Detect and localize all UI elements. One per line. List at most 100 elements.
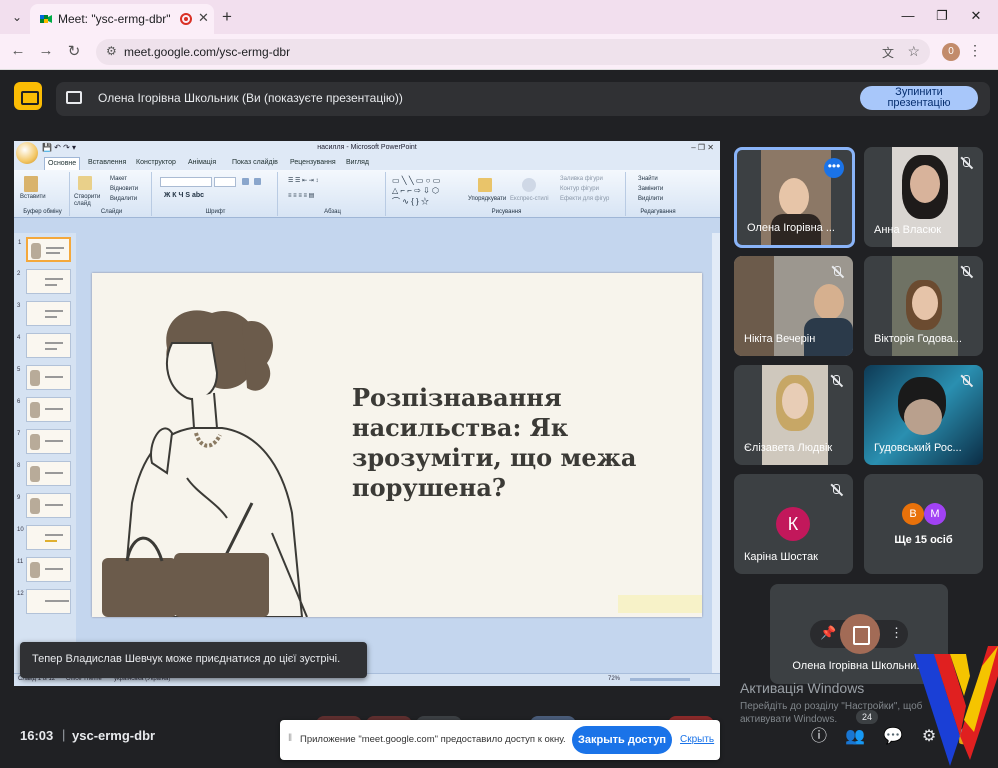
find-button[interactable]: Знайти — [638, 176, 658, 182]
chrome-menu-icon[interactable]: ⋮ — [968, 42, 982, 59]
ribbon-group-editing: Знайти Замінити Виділити Редагування — [628, 172, 688, 216]
participant-tile[interactable]: Вікторія Годова... — [864, 256, 983, 356]
new-slide-icon[interactable] — [78, 176, 92, 190]
ppt-tab-slideshow[interactable]: Показ слайдів — [232, 159, 278, 166]
forward-icon[interactable]: → — [36, 42, 56, 59]
participant-tile[interactable]: К Каріна Шостак — [734, 474, 853, 574]
others-tile[interactable]: В М Ще 15 осіб — [864, 474, 983, 574]
shape-fill-button[interactable]: Заливка фігури — [560, 176, 603, 182]
slide-thumbnail[interactable]: 1 — [18, 237, 71, 262]
new-tab-icon[interactable]: + — [222, 7, 232, 27]
ppt-tab-animation[interactable]: Анімація — [188, 159, 216, 166]
shapes-gallery-2[interactable]: △ ⌐ ⌐ ⇨ ⇩ ⬡ — [392, 186, 439, 195]
back-icon[interactable]: ← — [8, 42, 28, 59]
url-text[interactable]: meet.google.com/ysc-ermg-dbr — [124, 45, 290, 59]
shapes-gallery-3[interactable]: ⌒ ∿ { } ☆ — [392, 196, 429, 207]
grow-font-icon[interactable] — [242, 178, 249, 185]
font-size-field[interactable] — [214, 177, 236, 187]
ppt-tab-review[interactable]: Рецензування — [290, 159, 336, 166]
participant-tile[interactable]: ••• Олена Ігорівна ... — [734, 147, 855, 248]
ppt-window-controls[interactable]: – ❐ ✕ — [691, 143, 714, 152]
align-icons[interactable]: ≡ ≡ ≡ ≡ ▤ — [288, 192, 314, 199]
participant-tile[interactable]: Єлізавета Людвік — [734, 365, 853, 465]
thumb-line — [45, 310, 63, 312]
zoom-slider[interactable] — [630, 678, 690, 681]
browser-tab[interactable]: Meet: "ysc-ermg-dbr" ✕ — [30, 4, 214, 34]
tab-search-icon[interactable]: ⌄ — [8, 8, 26, 26]
quick-styles-icon[interactable] — [522, 178, 536, 192]
thumb-line — [45, 376, 63, 378]
slide-thumbnail[interactable]: 11 — [17, 557, 71, 582]
maximize-icon[interactable]: ❐ — [932, 8, 952, 24]
slide-thumbnail[interactable]: 5 — [17, 365, 71, 390]
shape-outline-button[interactable]: Контур фігури — [560, 186, 599, 192]
reset-button[interactable]: Відновити — [110, 186, 138, 192]
bold-icon[interactable]: Ж К Ч S abc — [164, 192, 204, 199]
slide-thumbnail[interactable]: 10 — [17, 525, 71, 550]
bookmark-star-icon[interactable]: ☆ — [907, 43, 920, 60]
meet-favicon-icon — [40, 15, 52, 23]
thumb-line — [45, 284, 57, 286]
paste-icon[interactable] — [24, 176, 38, 192]
slide-thumbnail[interactable]: 7 — [17, 429, 71, 454]
site-info-icon[interactable]: ⚙ — [106, 44, 117, 58]
hide-link[interactable]: Скрыть — [680, 734, 714, 745]
delete-slide-button[interactable]: Видалити — [110, 196, 137, 202]
slide-thumbnail[interactable]: 8 — [17, 461, 71, 486]
chat-icon[interactable]: 💬 — [882, 726, 904, 748]
participant-tile[interactable]: Гудовський Рос... — [864, 365, 983, 465]
paste-button[interactable]: Вставити — [20, 194, 46, 200]
face — [782, 383, 808, 419]
shapes-gallery[interactable]: ▭ ╲ ╲ ▭ ○ ▭ — [392, 176, 440, 185]
participant-tile[interactable]: Нікіта Вечерін — [734, 256, 853, 356]
slide-number: 4 — [17, 335, 21, 341]
ppt-tab-home[interactable]: Основне — [44, 157, 81, 170]
ppt-tab-view[interactable]: Вигляд — [346, 159, 369, 166]
arrange-button[interactable]: Упорядкувати — [468, 196, 506, 202]
shrink-font-icon[interactable] — [254, 178, 261, 185]
office-button-icon[interactable] — [16, 142, 38, 164]
slide-thumbnail[interactable]: 4 — [17, 333, 71, 358]
layout-button[interactable]: Макет — [110, 176, 127, 182]
ppt-tab-insert[interactable]: Вставлення — [88, 159, 126, 166]
participant-tile[interactable]: Анна Власюк — [864, 147, 983, 247]
font-name-field[interactable] — [160, 177, 212, 187]
minimize-icon[interactable]: — — [898, 8, 918, 23]
stop-sharing-button[interactable]: Закрыть доступ — [572, 726, 672, 754]
ppt-tab-design[interactable]: Конструктор — [136, 159, 176, 166]
tab-close-icon[interactable]: ✕ — [198, 10, 209, 26]
slide-thumbnail[interactable]: 9 — [17, 493, 71, 518]
translate-icon[interactable]: 文 — [882, 44, 894, 61]
participant-count-badge: 24 — [856, 710, 878, 724]
quick-styles-button[interactable]: Експрес-стилі — [510, 196, 549, 202]
people-icon[interactable]: 👥 — [844, 726, 866, 748]
presentation-icon[interactable] — [840, 614, 880, 654]
drag-handle-icon[interactable]: ‖ — [288, 733, 292, 744]
select-button[interactable]: Виділити — [638, 196, 663, 202]
arrange-icon[interactable] — [478, 178, 492, 192]
thumb-figure — [30, 370, 40, 386]
pin-icon[interactable]: 📌 — [820, 625, 836, 641]
slide-thumbnail[interactable]: 6 — [17, 397, 71, 422]
reload-icon[interactable]: ↻ — [64, 42, 84, 60]
more-options-icon[interactable]: ••• — [824, 158, 844, 178]
new-slide-button[interactable]: Створити слайд — [74, 194, 104, 208]
slide-thumbnail[interactable]: 2 — [17, 269, 71, 294]
current-slide: Розпізнавання насильства: Як зрозуміти, … — [92, 273, 702, 617]
slide-thumbnail[interactable]: 3 — [17, 301, 71, 326]
replace-button[interactable]: Замінити — [638, 186, 663, 192]
slide-scrollbar[interactable] — [712, 233, 720, 673]
window-close-icon[interactable]: ✕ — [966, 8, 986, 24]
stop-presenting-button[interactable]: Зупинити презентацію — [860, 86, 978, 110]
meeting-info-icon[interactable]: ⓘ — [808, 726, 830, 748]
slide-thumbnail[interactable]: 12 — [17, 589, 71, 614]
participant-name: Гудовський Рос... — [874, 442, 962, 454]
more-options-icon[interactable]: ⋮ — [890, 625, 903, 641]
slide-number: 1 — [18, 240, 22, 246]
zoom-level: 72% — [607, 676, 620, 682]
shape-effects-button[interactable]: Ефекти для фігур — [560, 196, 609, 202]
profile-avatar[interactable]: 0 — [942, 43, 960, 61]
address-bar[interactable]: ⚙ meet.google.com/ysc-ermg-dbr 文 ☆ — [96, 39, 930, 65]
list-icons[interactable]: ☰ ☰ ⇤ ⇥ ↕ — [288, 177, 318, 184]
footer-separator: | — [62, 727, 66, 742]
